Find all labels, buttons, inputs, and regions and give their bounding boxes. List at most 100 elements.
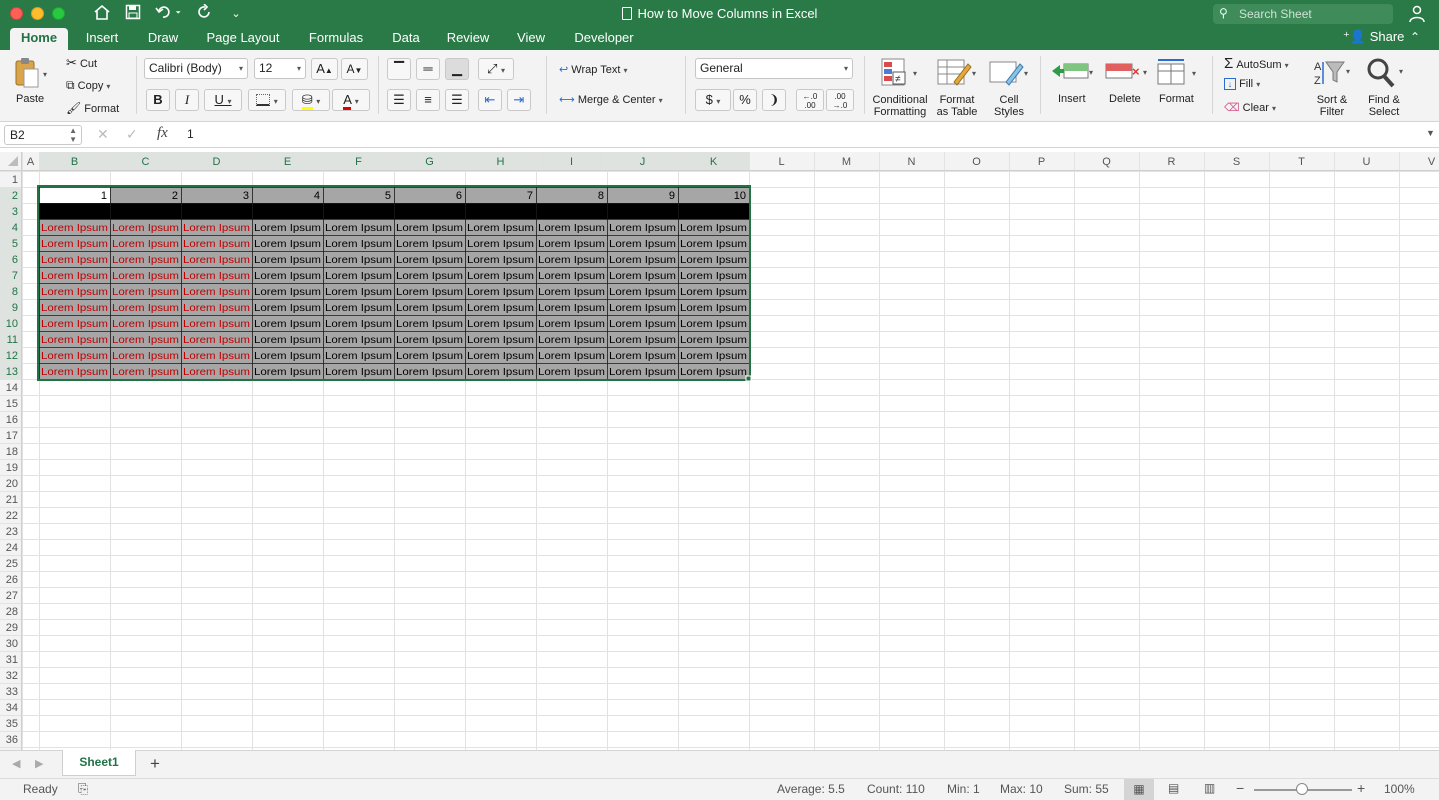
- tab-formulas[interactable]: Formulas: [300, 28, 372, 50]
- clear-button[interactable]: ⌫ Clear ▾: [1224, 101, 1276, 114]
- row-header: 30: [6, 638, 18, 650]
- conditional-formatting-icon[interactable]: ≠ ▾: [878, 56, 922, 90]
- align-center-button[interactable]: ≡: [416, 89, 440, 111]
- cell-value: Lorem Ipsum: [41, 238, 108, 250]
- window-title: How to Move Columns in Excel: [637, 6, 818, 21]
- delete-cells-icon[interactable]: × ▾: [1104, 58, 1150, 88]
- macro-record-icon[interactable]: ⎘: [78, 781, 88, 797]
- format-painter-button[interactable]: 🖌 Format: [66, 101, 119, 115]
- cancel-icon[interactable]: ✕: [97, 126, 109, 143]
- formula-input[interactable]: 1: [187, 127, 194, 141]
- align-middle-button[interactable]: ═: [416, 58, 440, 80]
- number-format-dropdown[interactable]: General ▾: [695, 58, 853, 79]
- add-sheet-icon[interactable]: +: [150, 754, 160, 774]
- name-box[interactable]: B2 ▲ ▼: [4, 125, 82, 145]
- increase-font-size-button[interactable]: A▲: [311, 58, 338, 80]
- search-input[interactable]: [1239, 6, 1389, 22]
- zoom-slider-handle[interactable]: [1296, 783, 1308, 795]
- decrease-font-size-button[interactable]: A▼: [341, 58, 368, 80]
- cell-value: Lorem Ipsum: [680, 254, 747, 266]
- paste-button[interactable]: ▾: [10, 55, 50, 95]
- tab-developer[interactable]: Developer: [566, 28, 642, 50]
- format-as-table-icon[interactable]: ▾: [934, 56, 978, 90]
- sort-filter-icon[interactable]: AZ ▾: [1312, 56, 1356, 90]
- increase-indent-button[interactable]: ⇥: [507, 89, 531, 111]
- cell-value: Lorem Ipsum: [183, 286, 250, 298]
- format-cells-icon[interactable]: ▾: [1156, 56, 1202, 88]
- fill-button[interactable]: ↓ Fill ▾: [1224, 78, 1260, 90]
- orientation-icon: ⤢: [486, 61, 498, 76]
- comma-style-button[interactable]: ❩: [762, 89, 786, 111]
- tab-page-layout[interactable]: Page Layout: [198, 28, 288, 50]
- tab-review[interactable]: Review: [440, 28, 496, 50]
- search-box[interactable]: ⚲: [1213, 4, 1393, 24]
- tab-home[interactable]: Home: [10, 28, 68, 50]
- row-header: 15: [6, 398, 18, 410]
- cell-styles-icon[interactable]: ▾: [986, 56, 1030, 90]
- orientation-button[interactable]: ⤢ ▾: [478, 58, 514, 80]
- insert-function-icon[interactable]: fx: [157, 125, 168, 142]
- expand-formula-bar-icon[interactable]: ▼: [1426, 128, 1435, 138]
- collapse-ribbon-icon[interactable]: ⌃: [1410, 30, 1420, 44]
- cell-value: Lorem Ipsum: [183, 366, 250, 378]
- zoom-in-icon[interactable]: +: [1357, 780, 1365, 796]
- borders-button[interactable]: ▾: [248, 89, 286, 111]
- spreadsheet-grid[interactable]: A B C D E F G H I J K L M N O P Q R S T U V 1 2 3 4 5 6 7 8 9 10 11 12 13 1…: [0, 152, 1439, 750]
- sheet-tab-sheet1[interactable]: Sheet1: [62, 750, 136, 776]
- zoom-out-icon[interactable]: −: [1236, 780, 1244, 796]
- tab-view[interactable]: View: [508, 28, 554, 50]
- fill-color-button[interactable]: ⛁ ▾: [292, 89, 330, 111]
- insert-label: Insert: [1058, 93, 1086, 105]
- italic-button[interactable]: I: [175, 89, 199, 111]
- autosum-button[interactable]: Σ AutoSum ▾: [1224, 55, 1289, 72]
- account-icon[interactable]: [1408, 5, 1428, 23]
- column-header: C: [142, 156, 150, 168]
- next-sheet-icon[interactable]: ▶: [35, 757, 43, 770]
- decrease-indent-button[interactable]: ⇤: [478, 89, 502, 111]
- normal-view-icon[interactable]: ▦: [1124, 779, 1154, 800]
- cell-value: Lorem Ipsum: [112, 318, 179, 330]
- align-right-button[interactable]: ☰: [445, 89, 469, 111]
- merge-center-button[interactable]: ⟷ Merge & Center ▾: [559, 93, 663, 106]
- prev-sheet-icon[interactable]: ◀: [12, 757, 20, 770]
- cell: [536, 187, 607, 203]
- cut-label: Cut: [79, 58, 98, 70]
- cell-value: Lorem Ipsum: [467, 254, 534, 266]
- enter-icon[interactable]: ✓: [126, 126, 138, 143]
- cell-value: Lorem Ipsum: [41, 318, 108, 330]
- number-format-value: General: [700, 61, 743, 75]
- increase-decimal-button[interactable]: ←.0.00: [796, 89, 824, 111]
- font-name-dropdown[interactable]: Calibri (Body) ▾: [144, 58, 248, 79]
- wrap-text-button[interactable]: ↩ Wrap Text ▾: [559, 63, 627, 76]
- bold-button[interactable]: B: [146, 89, 170, 111]
- tab-draw[interactable]: Draw: [140, 28, 186, 50]
- row-header: 16: [6, 414, 18, 426]
- align-bottom-button[interactable]: ▁: [445, 58, 469, 80]
- row-header: 9: [12, 302, 18, 314]
- page-layout-view-icon[interactable]: ▤: [1168, 781, 1179, 795]
- tab-insert[interactable]: Insert: [78, 28, 126, 50]
- cell-value: Lorem Ipsum: [609, 334, 676, 346]
- insert-cells-icon[interactable]: ▾: [1050, 58, 1096, 88]
- copy-button[interactable]: ⧉ Copy ▾: [66, 78, 110, 93]
- align-left-button[interactable]: ☰: [387, 89, 411, 111]
- cell-value: Lorem Ipsum: [396, 366, 463, 378]
- cut-button[interactable]: ✂ Cut: [66, 55, 97, 71]
- percent-button[interactable]: %: [733, 89, 757, 111]
- decrease-decimal-button[interactable]: .00 →.0: [826, 89, 854, 111]
- currency-button[interactable]: $ ▾: [695, 89, 731, 111]
- grid-canvas[interactable]: A B C D E F G H I J K L M N O P Q R S T U V123456789101112131…: [0, 152, 1439, 750]
- underline-button[interactable]: U ▾: [204, 89, 242, 111]
- paste-label: Paste: [16, 93, 45, 105]
- tab-data[interactable]: Data: [384, 28, 428, 50]
- align-top-button[interactable]: ▔: [387, 58, 411, 80]
- find-select-icon[interactable]: ▾: [1364, 56, 1408, 90]
- cell-value: Lorem Ipsum: [325, 350, 392, 362]
- cell-value: Lorem Ipsum: [254, 270, 321, 282]
- font-size-dropdown[interactable]: 12 ▾: [254, 58, 306, 79]
- row-header: 27: [6, 590, 18, 602]
- cell-value: Lorem Ipsum: [325, 366, 392, 378]
- font-color-button[interactable]: A ▾: [332, 89, 370, 111]
- share-button[interactable]: ⁺👤 Share: [1343, 28, 1404, 50]
- page-break-view-icon[interactable]: ▥: [1204, 781, 1215, 795]
